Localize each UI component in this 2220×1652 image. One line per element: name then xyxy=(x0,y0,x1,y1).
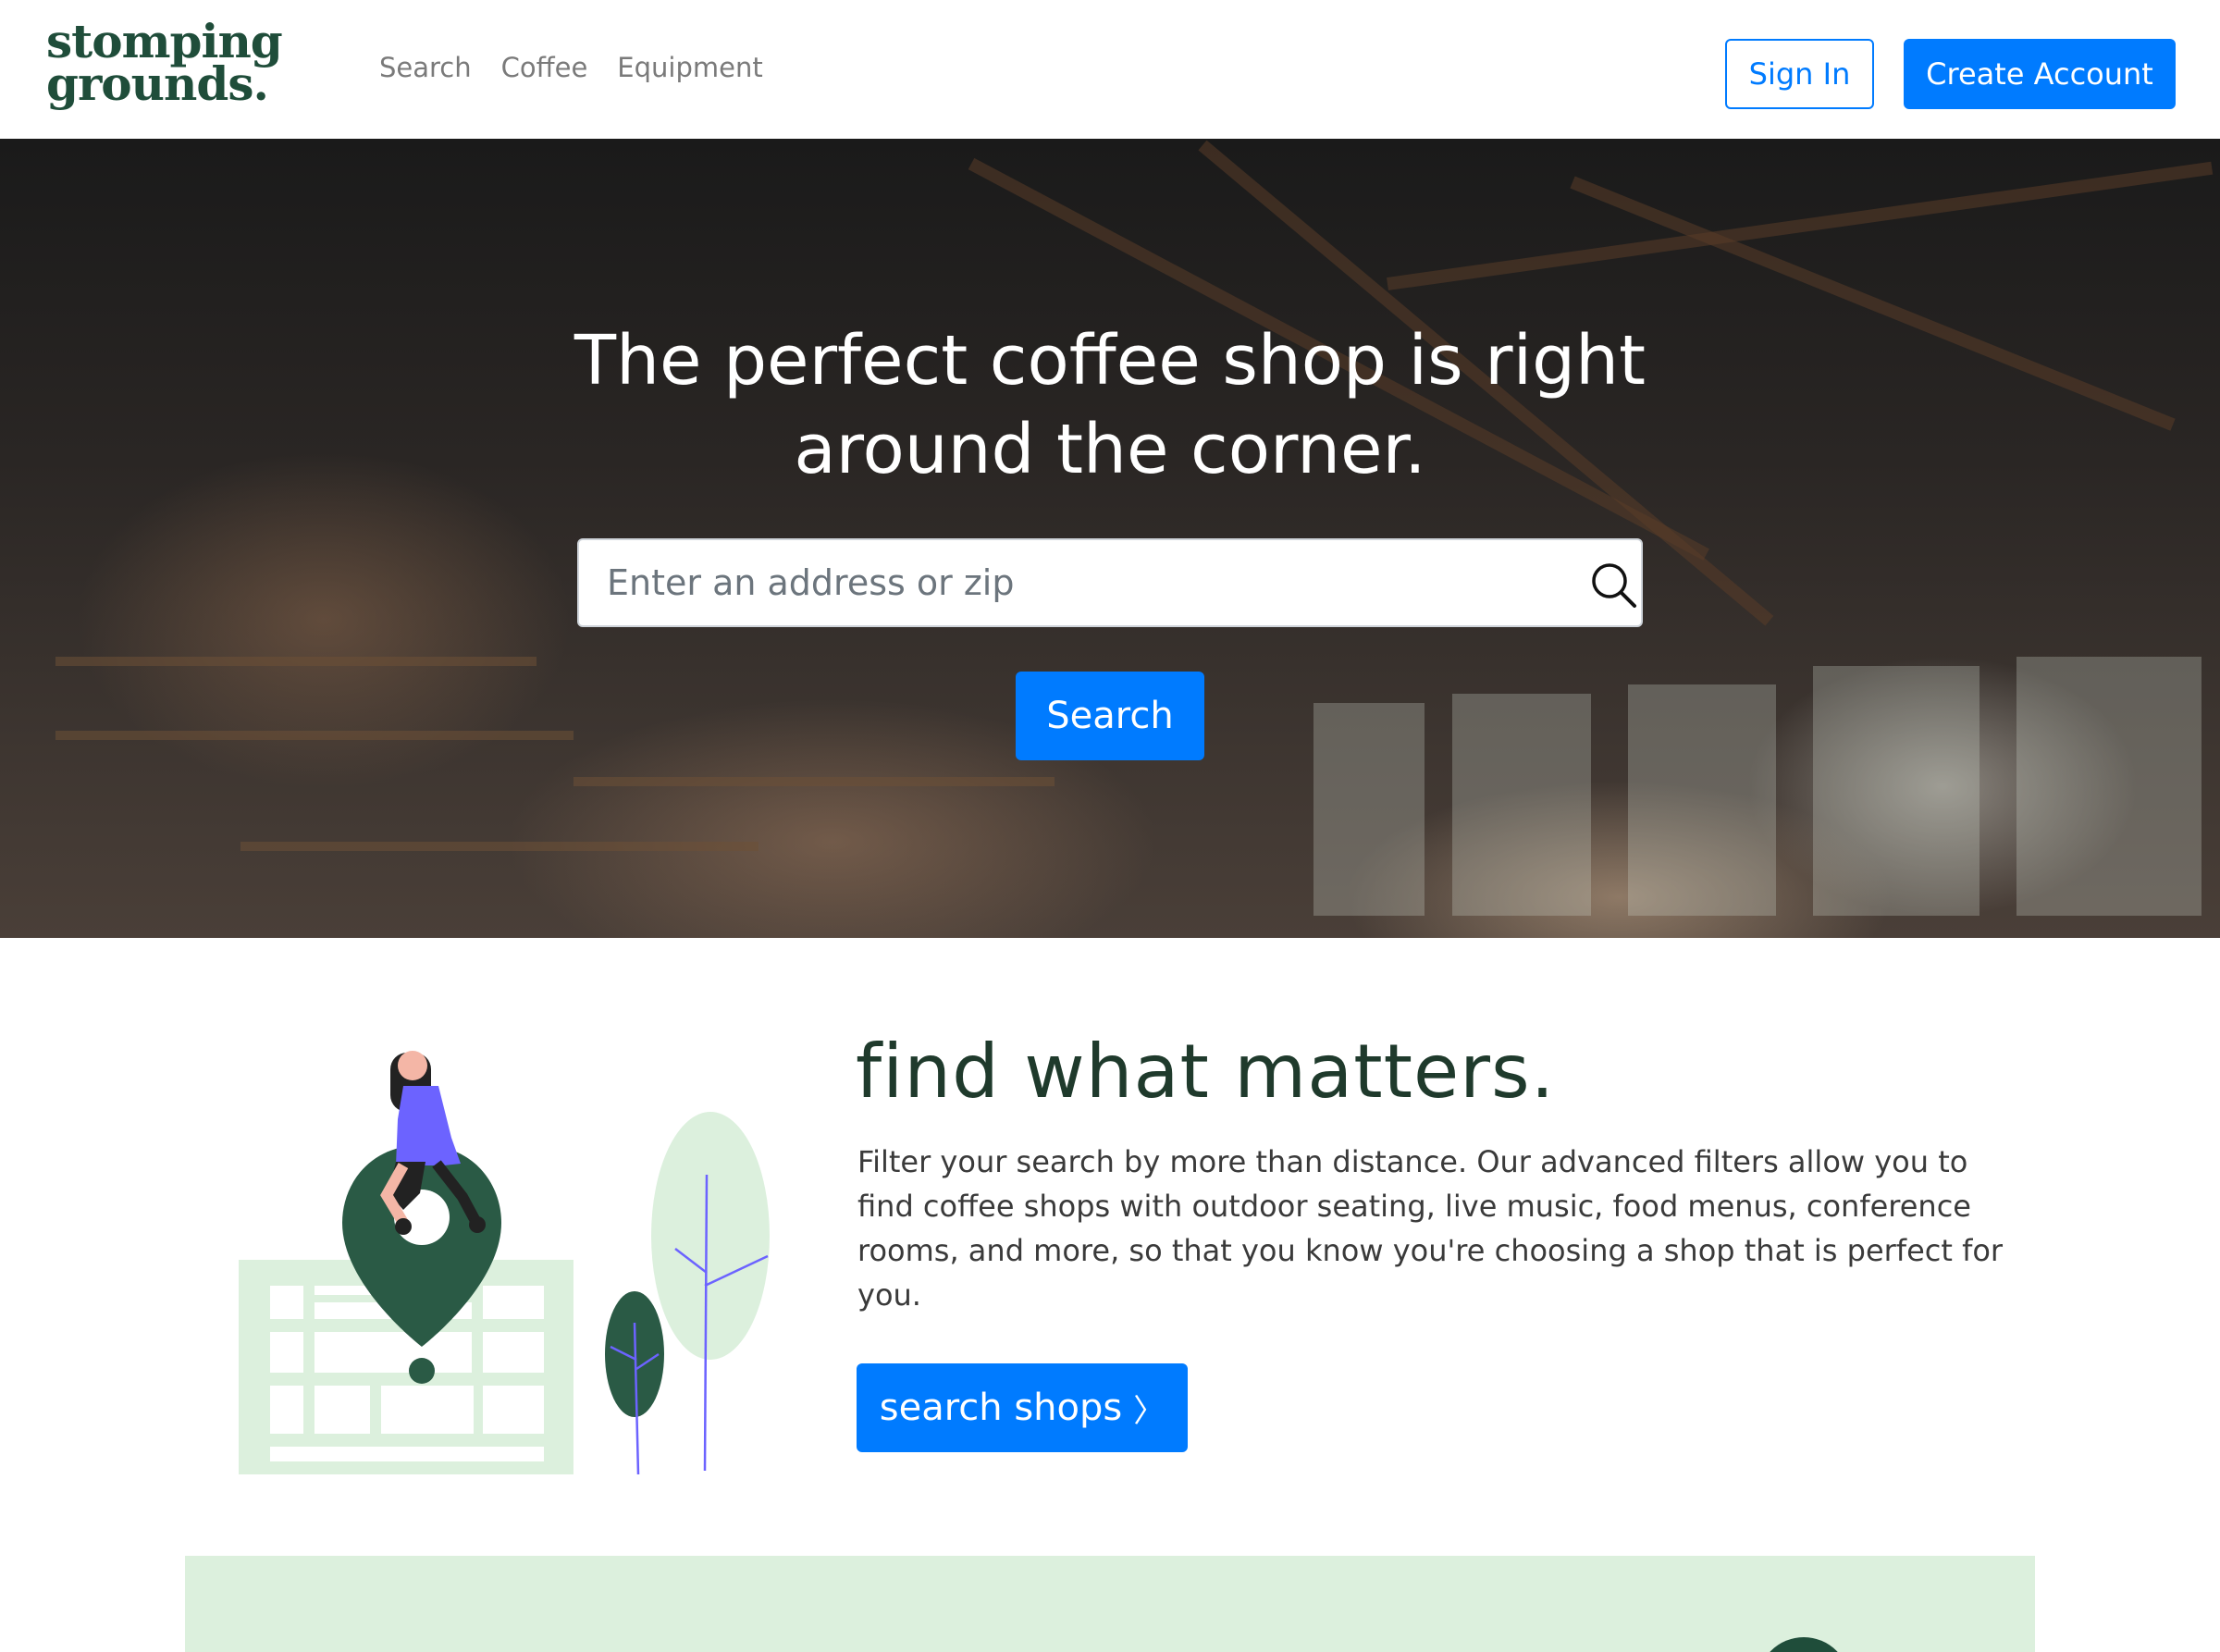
window xyxy=(1813,666,1980,916)
search-shops-label: search shops xyxy=(879,1387,1123,1429)
window xyxy=(1628,684,1776,916)
nav-link-coffee[interactable]: Coffee xyxy=(501,52,588,83)
search-shops-button[interactable]: search shops 〉 xyxy=(857,1363,1188,1452)
nav-link-equipment[interactable]: Equipment xyxy=(617,52,762,83)
top-navbar: stomping grounds. Search Coffee Equipmen… xyxy=(0,0,2220,139)
hero-search-button[interactable]: Search xyxy=(1016,672,1204,760)
feature-description: Filter your search by more than distance… xyxy=(857,1144,2004,1313)
map-pin-illustration xyxy=(222,1008,796,1489)
feature-heading: find what matters. xyxy=(856,1029,1556,1115)
create-account-button[interactable]: Create Account xyxy=(1904,39,2176,109)
shelf xyxy=(240,842,758,851)
address-search-box xyxy=(577,538,1643,627)
search-icon[interactable] xyxy=(1587,559,1639,610)
shelf xyxy=(56,731,574,740)
brand-logo[interactable]: stomping grounds. xyxy=(46,18,283,111)
hero-title: The perfect coffee shop is right around … xyxy=(574,321,1646,489)
shelf xyxy=(574,777,1054,786)
address-search-input[interactable] xyxy=(607,540,1569,625)
hero-banner: The perfect coffee shop is right around … xyxy=(0,139,2220,938)
logo-line-2: grounds. xyxy=(46,56,269,111)
woman-on-map-pin-illustration xyxy=(239,1051,770,1475)
nav-link-search[interactable]: Search xyxy=(379,52,472,83)
sign-in-button[interactable]: Sign In xyxy=(1725,39,1874,109)
main-nav: Search Coffee Equipment xyxy=(379,52,763,83)
chevron-right-icon: 〉 xyxy=(1133,1392,1166,1430)
decorative-leaf-shape xyxy=(1758,1637,1850,1652)
shelf xyxy=(56,657,536,666)
window xyxy=(1314,703,1424,916)
window xyxy=(2016,657,2202,916)
next-section-band xyxy=(185,1556,2035,1652)
window xyxy=(1452,694,1591,916)
